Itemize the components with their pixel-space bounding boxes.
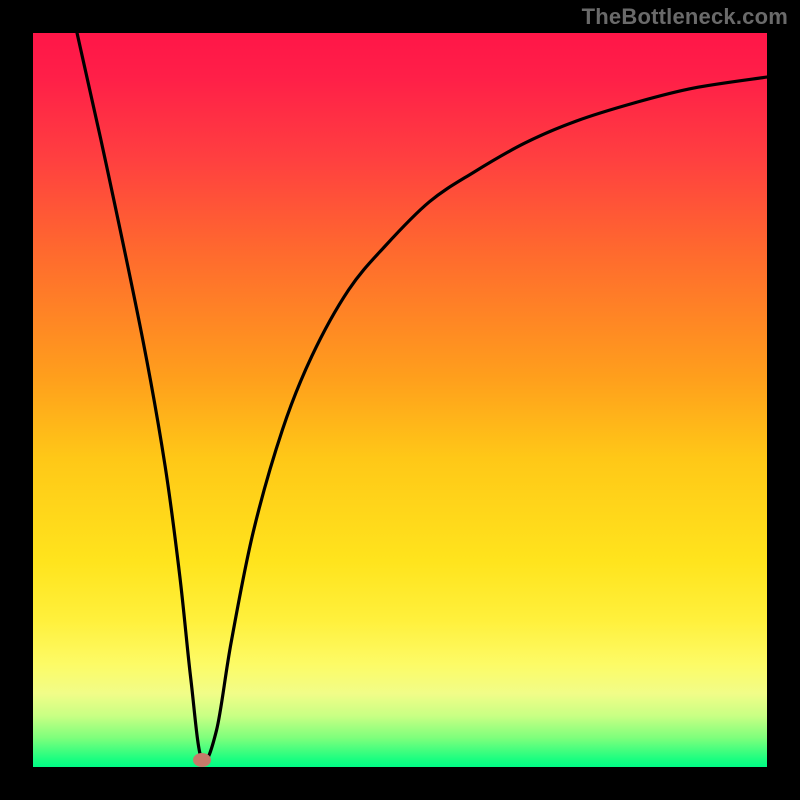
bottleneck-curve [33, 33, 767, 767]
chart-frame: TheBottleneck.com [0, 0, 800, 800]
watermark-text: TheBottleneck.com [582, 4, 788, 30]
minimum-marker-icon [193, 753, 211, 767]
plot-area [33, 33, 767, 767]
